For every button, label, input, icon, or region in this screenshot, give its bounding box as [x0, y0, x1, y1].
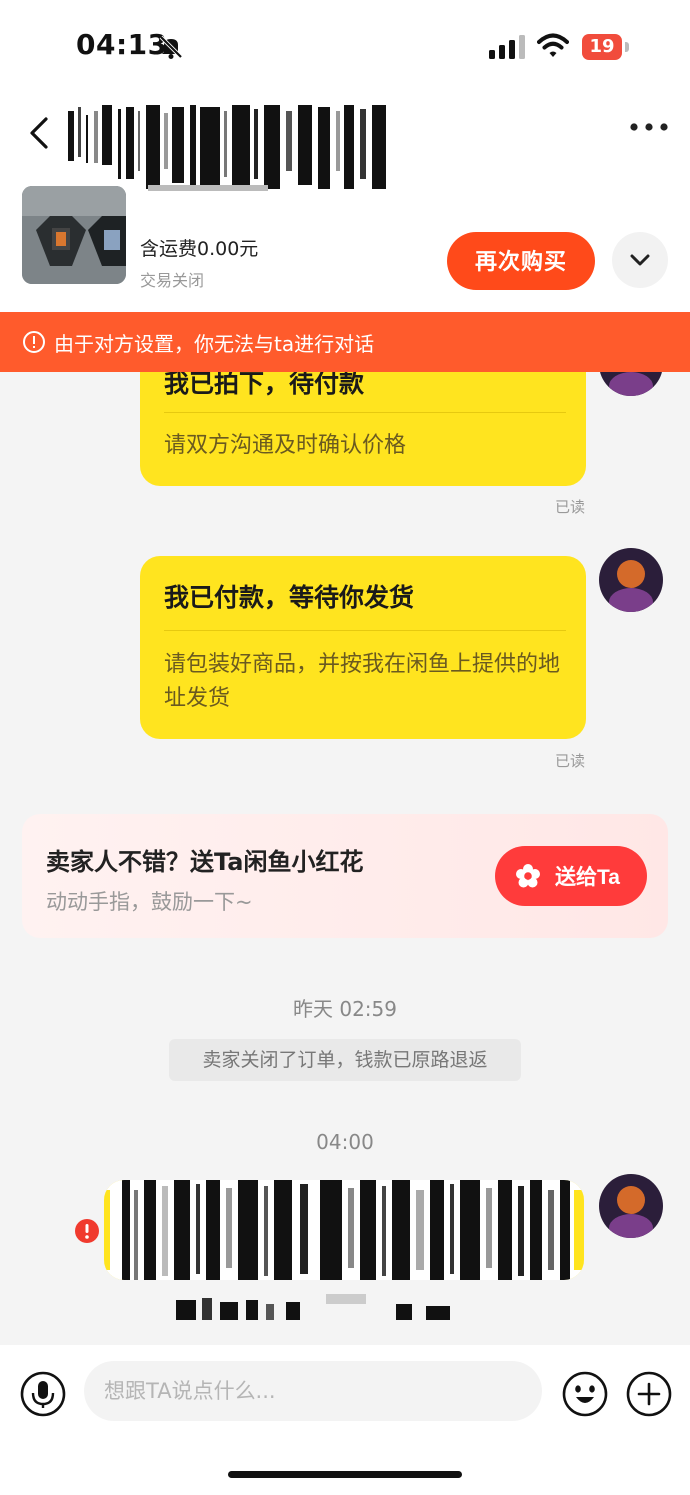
read-receipt: 已读	[555, 498, 586, 516]
plus-icon[interactable]	[626, 1371, 672, 1417]
buy-again-button[interactable]: 再次购买	[447, 232, 595, 290]
input-bar	[0, 1345, 690, 1495]
chevron-down-icon	[630, 254, 650, 266]
timestamp: 04:00	[316, 1130, 374, 1154]
more-icon[interactable]	[628, 121, 670, 133]
battery-cap	[625, 42, 629, 52]
order-price: 含运费0.00元	[140, 238, 259, 260]
system-message: 卖家关闭了订单，钱款已原路退返	[169, 1039, 521, 1081]
bubble-divider	[164, 630, 566, 631]
expand-button[interactable]	[612, 232, 668, 288]
bubble-divider	[164, 412, 566, 413]
order-card[interactable]: 含运费0.00元 交易关闭 再次购买	[0, 186, 690, 312]
wifi-icon	[537, 33, 569, 57]
flower-card-title: 卖家人不错？送Ta闲鱼小红花	[46, 848, 364, 876]
product-thumbnail[interactable]	[22, 186, 126, 284]
failed-message-redacted[interactable]	[104, 1180, 584, 1280]
avatar[interactable]	[599, 1174, 663, 1238]
order-status: 交易关闭	[140, 271, 205, 290]
status-bar: 04:13 19	[0, 0, 690, 95]
emoji-icon[interactable]	[562, 1371, 608, 1417]
chat-header	[0, 95, 690, 192]
send-flower-label: 送给Ta	[555, 866, 620, 889]
bell-off-icon	[159, 35, 183, 59]
read-receipt: 已读	[555, 752, 586, 770]
battery-indicator: 19	[582, 34, 630, 60]
warning-icon	[23, 331, 45, 353]
contact-name-redacted	[68, 105, 386, 191]
message-title: 我已付款，等待你发货	[164, 583, 415, 612]
error-icon[interactable]	[74, 1218, 100, 1244]
message-input[interactable]	[84, 1361, 542, 1421]
send-flower-card: 卖家人不错？送Ta闲鱼小红花 动动手指，鼓励一下~ 送给Ta	[22, 814, 668, 938]
status-time: 04:13	[76, 28, 168, 61]
avatar[interactable]	[599, 548, 663, 612]
warning-text: 由于对方设置，你无法与ta进行对话	[54, 332, 375, 356]
warning-banner: 由于对方设置，你无法与ta进行对话	[0, 312, 690, 372]
timestamp: 昨天 02:59	[293, 997, 397, 1021]
home-indicator	[228, 1471, 462, 1478]
flower-icon	[516, 864, 540, 888]
order-message-bubble[interactable]: 我已付款，等待你发货 请包装好商品，并按我在闲鱼上提供的地址发货	[140, 556, 586, 739]
battery-level: 19	[582, 34, 622, 60]
microphone-icon[interactable]	[20, 1371, 66, 1417]
message-body: 请包装好商品，并按我在闲鱼上提供的地址发货	[164, 652, 561, 711]
send-flower-button[interactable]: 送给Ta	[495, 846, 647, 906]
back-icon[interactable]	[26, 115, 52, 151]
flower-card-subtitle: 动动手指，鼓励一下~	[46, 890, 253, 914]
redacted-strip	[176, 1294, 450, 1320]
message-body: 请双方沟通及时确认价格	[164, 433, 407, 458]
signal-icon	[489, 35, 525, 59]
